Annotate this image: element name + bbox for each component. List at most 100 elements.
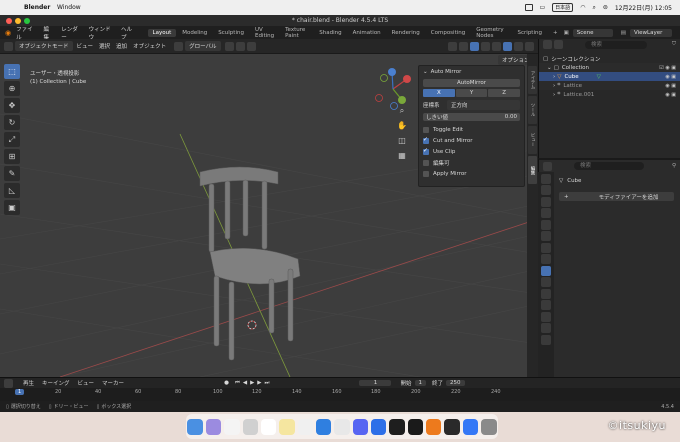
mode-dropdown[interactable]: オブジェクトモード [15,41,73,51]
finder-icon[interactable] [187,418,203,435]
modifier-properties-icon[interactable] [541,265,551,276]
data-properties-icon[interactable] [541,311,551,322]
menubar-app-name[interactable]: Blender [24,4,50,11]
jump-start-icon[interactable]: ⏮ [235,380,240,387]
collection-visibility-icons[interactable]: ☑ ◉ ▣ [659,65,676,71]
tab-geometry-nodes[interactable]: Geometry Nodes [471,26,511,40]
view-layer-properties-icon[interactable] [541,208,551,218]
lattice-001-visibility-icons[interactable]: ◉ ▣ [665,92,676,98]
collection-properties-icon[interactable] [541,242,551,253]
lattice-visibility-icons[interactable]: ◉ ▣ [665,83,676,89]
tab-view[interactable]: ビュー [528,126,537,154]
add-modifier-button[interactable]: + モディファイアーを追加 [559,192,674,201]
threshold-field[interactable]: しきい値 0.00 [423,113,520,121]
camera-view-icon[interactable]: ◫ [396,136,408,148]
outliner-item-lattice[interactable]: › ⌗ Lattice ◉ ▣ [539,81,680,90]
blender-logo-icon[interactable]: ◉ [5,29,11,37]
ime-indicator[interactable]: 日本語 [552,3,574,12]
navigation-gizmo[interactable] [368,64,418,114]
object-properties-icon[interactable] [541,254,551,264]
outliner-search[interactable]: 検索 [585,40,647,49]
scale-tool-icon[interactable]: ⤢ [4,132,20,147]
pivot-icon[interactable] [224,41,234,51]
menu-add[interactable]: 追加 [116,42,127,50]
properties-search[interactable]: 検索 [574,162,644,170]
3d-cursor[interactable] [247,320,257,330]
material-shading-icon[interactable] [514,41,523,51]
tab-rendering[interactable]: Rendering [387,29,425,37]
outliner-editor-icon[interactable] [543,40,552,49]
world-properties-icon[interactable] [541,231,551,241]
axis-x-button[interactable]: X [423,89,455,97]
expand-chevron-icon[interactable]: › [553,83,555,89]
apply-mirror-option[interactable]: Apply Mirror [423,168,520,179]
physics-properties-icon[interactable] [541,288,551,299]
material-properties-icon[interactable] [541,323,551,333]
prev-keyframe-icon[interactable]: ◀ [243,380,247,386]
zoom-icon[interactable] [371,418,387,435]
perspective-toggle-icon[interactable]: ▦ [396,151,408,163]
menu-timeline-view[interactable]: ビュー [78,379,95,387]
control-center-icon[interactable]: ⊜ [603,4,608,11]
apply-mirror-checkbox[interactable] [423,170,429,177]
properties-editor-icon[interactable] [543,161,552,171]
automirror-button[interactable]: AutoMirror [423,79,520,87]
menu-view[interactable]: ビュー [77,42,94,50]
tab-modeling[interactable]: Modeling [177,29,212,37]
cursor-tool-icon[interactable]: ⊕ [4,81,20,96]
cube-visibility-icons[interactable]: ◉ ▣ [665,74,676,80]
particles-properties-icon[interactable] [541,277,551,287]
tab-item[interactable]: アイテム [528,66,537,94]
menu-select[interactable]: 選択 [99,42,110,50]
menu-keying[interactable]: キーイング [42,379,70,387]
blender-dock-icon[interactable] [426,418,442,435]
cut-and-mirror-checkbox[interactable] [423,136,429,144]
tab-compositing[interactable]: Compositing [426,29,470,37]
rotate-tool-icon[interactable]: ↻ [4,115,20,130]
launchpad-icon[interactable] [205,418,222,435]
visibility-icon[interactable] [448,41,457,51]
use-clip-checkbox[interactable] [423,147,429,155]
display-icon[interactable]: ▭ [540,4,546,11]
expand-chevron-icon[interactable]: › [553,92,555,98]
pan-hand-icon[interactable]: ✋ [396,121,408,133]
tab-texture-paint[interactable]: Texture Paint [280,26,313,40]
zoom-icon[interactable]: ⌕ [396,106,408,118]
next-keyframe-icon[interactable]: ▶ [257,380,261,386]
menu-object[interactable]: オブジェクト [133,42,166,50]
collection-row[interactable]: ⌄ ▢ Collection ☑ ◉ ▣ [539,63,680,72]
tab-animation[interactable]: Animation [348,29,386,37]
calendar-icon[interactable] [260,418,277,435]
playhead[interactable]: 1 [15,389,25,395]
pin-icon[interactable]: ⚲ [672,163,676,169]
output-properties-icon[interactable] [541,196,551,207]
obs-icon[interactable] [407,418,424,435]
timeline-editor-icon[interactable] [4,378,13,388]
tab-layout[interactable]: Layout [147,28,177,37]
add-workspace-button[interactable]: + [548,29,563,37]
rendered-shading-icon[interactable] [525,41,534,51]
current-frame-field[interactable]: 1 [359,380,392,386]
outliner-item-cube[interactable]: › ▽ Cube ▽ ◉ ▣ [539,72,680,81]
editor-type-icon[interactable] [4,41,13,51]
wifi-icon[interactable]: ◠ [580,4,585,11]
proportional-edit-icon[interactable] [246,41,256,51]
texture-properties-icon[interactable] [541,334,551,345]
timeline-ruler[interactable]: 1 20 40 60 80 100 120 140 160 180 200 22… [0,388,680,402]
toggle-edit-checkbox[interactable] [423,126,429,133]
photos-icon[interactable] [224,418,240,435]
editable-option[interactable]: 編集可 [423,157,520,168]
scene-selector[interactable]: Scene [572,28,613,37]
scene-collection-row[interactable]: ▢ シーンコレクション [539,54,680,63]
jump-end-icon[interactable]: ⏭ [265,380,270,387]
transform-tool-icon[interactable]: ⊞ [4,149,20,164]
tab-uv-editing[interactable]: UV Editing [250,26,279,40]
orientation-icon[interactable] [174,41,184,51]
preview-icon[interactable] [462,418,479,435]
chrome-icon[interactable] [334,418,350,435]
snap-icon[interactable] [235,41,245,51]
viewlayer-selector[interactable]: ViewLayer [630,28,672,37]
add-cube-tool-icon[interactable]: ▣ [4,200,20,215]
chair-model[interactable] [199,166,301,361]
expand-chevron-icon[interactable]: ⌄ [547,65,552,71]
